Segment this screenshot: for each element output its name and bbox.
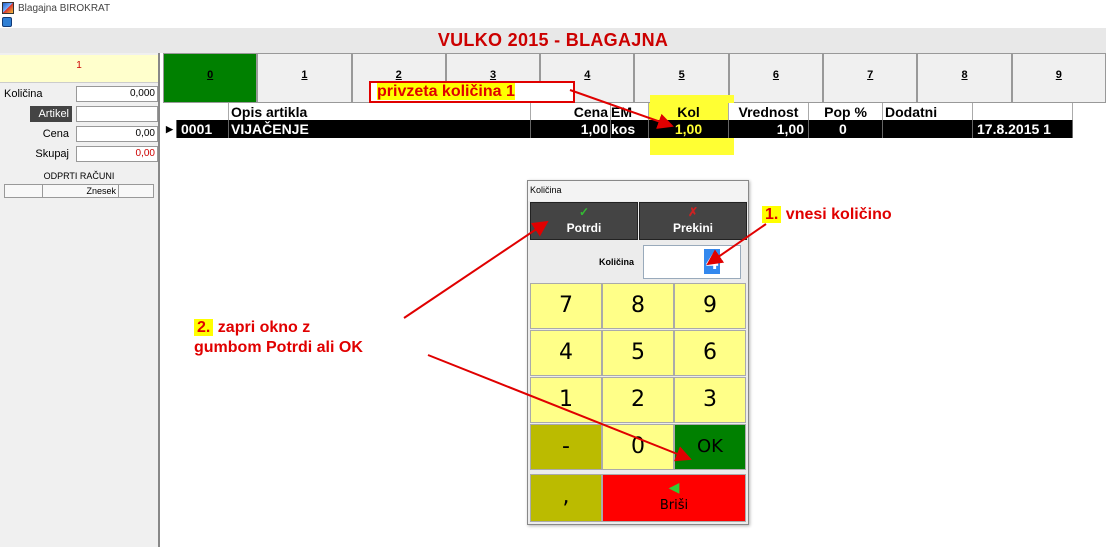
row-pop: 0 xyxy=(809,120,883,138)
callout-default-qty-text: privzeta količina 1 xyxy=(377,83,515,100)
kolicina-row: Količina 0,000 xyxy=(4,86,158,102)
delete-button-label: Briši xyxy=(659,498,689,513)
row-datum: 17.8.2015 1 xyxy=(973,120,1073,138)
quantity-label: Količina xyxy=(598,257,634,267)
open-receipts-col-0 xyxy=(5,185,43,197)
tab-6-label: 6 xyxy=(772,69,779,81)
tab-3-label: 3 xyxy=(489,69,497,81)
kolicina-label: Količina xyxy=(4,88,43,100)
znesek-header: Znesek xyxy=(43,185,119,197)
tab-4-label: 4 xyxy=(584,69,591,81)
window-title: Blagajna BIROKRAT xyxy=(18,2,111,14)
col-dodatni-header: Dodatni xyxy=(883,103,973,121)
refresh-icon[interactable] xyxy=(2,17,12,27)
tab-6[interactable]: 6 xyxy=(728,53,824,103)
row-cena: 1,00 xyxy=(531,120,611,138)
table-row[interactable]: ▶ 0001 VIJAČENJE 1,00 kos 1,00 1,00 0 17… xyxy=(163,120,1073,138)
key-6[interactable]: 6 xyxy=(674,330,746,376)
key-comma[interactable]: , xyxy=(530,474,602,522)
skupaj-label: Skupaj xyxy=(35,148,69,160)
app-icon xyxy=(2,2,14,14)
left-panel: 1 Količina 0,000 Artikel Cena 0,00 Skupa… xyxy=(0,53,160,547)
left-arrow-icon: ◀ xyxy=(668,480,680,496)
key-8[interactable]: 8 xyxy=(602,283,674,329)
tab-5-label: 5 xyxy=(678,69,685,81)
arrow-step-2-potrdi xyxy=(403,220,549,319)
register-number: 1 xyxy=(0,55,158,83)
row-pointer-icon: ▶ xyxy=(163,120,177,138)
tab-9[interactable]: 9 xyxy=(1011,53,1106,103)
key-0[interactable]: 0 xyxy=(602,424,674,470)
quantity-input[interactable]: 4 xyxy=(643,245,741,279)
tab-9-label: 9 xyxy=(1055,69,1062,81)
tab-1-label: 1 xyxy=(301,69,308,81)
x-icon: ✗ xyxy=(687,205,699,219)
quantity-dialog: Količina ✓ Potrdi ✗ Prekini Količina 4 7… xyxy=(527,180,749,525)
step-2-line-1: zapri okno z xyxy=(217,319,311,336)
tab-0-label: 0 xyxy=(207,69,214,81)
skupaj-row: Skupaj 0,00 xyxy=(4,146,158,162)
artikel-field[interactable] xyxy=(76,106,158,122)
artikel-label: Artikel xyxy=(30,106,72,122)
col-em-header: EM xyxy=(611,103,649,121)
open-receipts-label: ODPRTI RAČUNI xyxy=(43,171,115,181)
tab-8-label: 8 xyxy=(961,69,968,81)
pos-window: Blagajna BIROKRAT VULKO 2015 - BLAGAJNA … xyxy=(0,0,1106,547)
tab-7-label: 7 xyxy=(867,69,874,81)
confirm-button-label: Potrdi xyxy=(566,221,602,235)
row-kol: 1,00 xyxy=(649,120,729,138)
row-sifra: 0001 xyxy=(177,120,229,138)
cancel-button-label: Prekini xyxy=(672,221,714,235)
dialog-title: Količina xyxy=(528,181,748,201)
kolicina-field[interactable]: 0,000 xyxy=(76,86,158,102)
window-titlebar: Blagajna BIROKRAT xyxy=(0,0,1106,16)
key-7[interactable]: 7 xyxy=(530,283,602,329)
cena-row: Cena 0,00 xyxy=(4,126,158,142)
tab-1[interactable]: 1 xyxy=(257,53,352,103)
page-title: VULKO 2015 - BLAGAJNA xyxy=(0,28,1106,53)
step-2-number: 2. xyxy=(194,319,214,336)
items-grid-header: Opis artikla Cena EM Kol Vrednost Pop % … xyxy=(163,103,1073,121)
tab-8[interactable]: 8 xyxy=(917,53,1012,103)
step-1-number: 1. xyxy=(762,206,782,223)
skupaj-field: 0,00 xyxy=(76,146,158,162)
cena-label: Cena xyxy=(42,128,69,140)
row-dodatni xyxy=(883,120,973,138)
key-9[interactable]: 9 xyxy=(674,283,746,329)
row-em: kos xyxy=(611,120,649,138)
key-4[interactable]: 4 xyxy=(530,330,602,376)
key-5[interactable]: 5 xyxy=(602,330,674,376)
col-opis-header: Opis artikla xyxy=(231,103,531,121)
callout-default-qty: privzeta količina 1 xyxy=(369,81,575,103)
callout-step-1: 1. vnesi količino xyxy=(762,205,892,225)
artikel-row: Artikel xyxy=(4,106,158,122)
key-1[interactable]: 1 xyxy=(530,377,602,423)
col-datum-header xyxy=(973,103,1073,121)
col-sifra-header xyxy=(163,103,229,121)
key-minus[interactable]: - xyxy=(530,424,602,470)
check-icon: ✓ xyxy=(578,205,590,219)
tab-2-label: 2 xyxy=(395,69,402,81)
col-cena-header: Cena xyxy=(531,103,611,121)
confirm-button[interactable]: ✓ Potrdi xyxy=(530,202,638,240)
row-opis: VIJAČENJE xyxy=(231,120,531,138)
open-receipts-header: Znesek xyxy=(4,184,154,198)
callout-step-2: 2. zapri okno z gumbom Potrdi ali OK xyxy=(194,318,363,358)
step-1-text: vnesi količino xyxy=(785,206,892,223)
ok-button[interactable]: OK xyxy=(674,424,746,470)
tab-7[interactable]: 7 xyxy=(823,53,918,103)
key-2[interactable]: 2 xyxy=(602,377,674,423)
col-vrednost-header: Vrednost xyxy=(729,103,809,121)
delete-button[interactable]: ◀ Briši xyxy=(602,474,746,522)
quantity-input-value: 4 xyxy=(704,249,721,274)
cashier-tabs: 0 1 2 3 4 5 6 7 8 9 xyxy=(163,53,1106,103)
tab-0[interactable]: 0 xyxy=(163,53,258,103)
cancel-button[interactable]: ✗ Prekini xyxy=(639,202,747,240)
col-kol-header: Kol xyxy=(649,103,729,121)
key-3[interactable]: 3 xyxy=(674,377,746,423)
col-pop-header: Pop % xyxy=(809,103,883,121)
cena-field[interactable]: 0,00 xyxy=(76,126,158,142)
step-2-line-2: gumbom Potrdi ali OK xyxy=(194,339,363,356)
row-vrednost: 1,00 xyxy=(729,120,809,138)
